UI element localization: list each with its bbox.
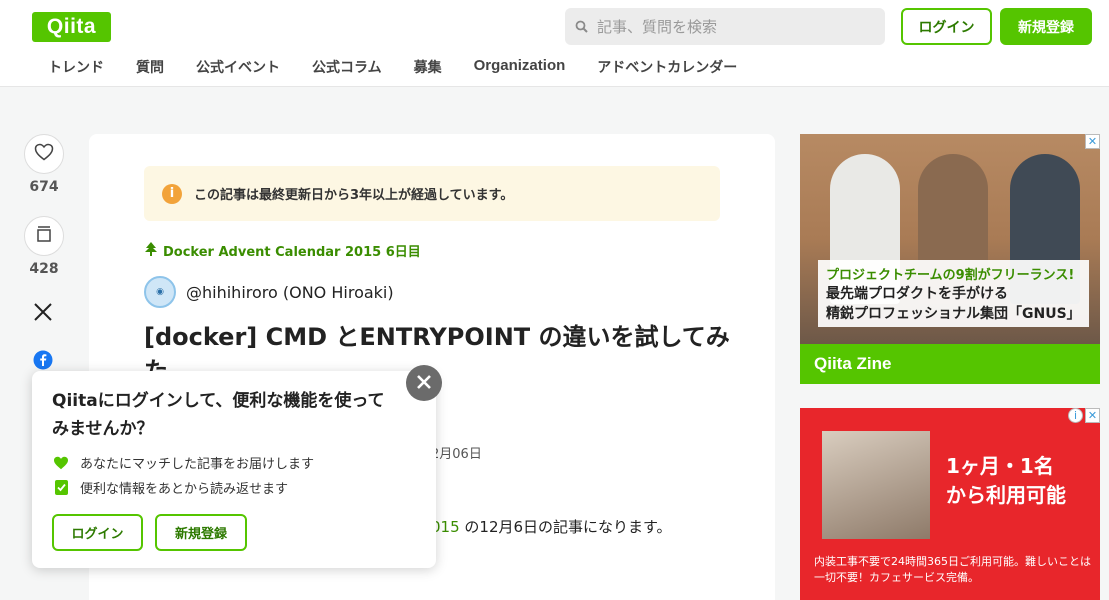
stock-button[interactable] bbox=[24, 216, 64, 256]
feature-text: あなたにマッチした記事をお届けします bbox=[80, 457, 315, 472]
nav-item-questions[interactable]: 質問 bbox=[136, 57, 164, 77]
ad-office-photo bbox=[822, 431, 930, 539]
intro-text: の12月6日の記事になります。 bbox=[459, 518, 672, 536]
search-box[interactable] bbox=[565, 8, 885, 45]
signup-button[interactable]: 新規登録 bbox=[1000, 8, 1092, 45]
close-icon bbox=[417, 374, 431, 393]
global-nav: トレンド 質問 公式イベント 公式コラム 募集 Organization アドベ… bbox=[48, 57, 769, 77]
ad-close-icon[interactable]: ✕ bbox=[1085, 408, 1100, 423]
feature-item: あなたにマッチした記事をお届けします bbox=[52, 453, 314, 472]
ad-caption-line2: 最先端プロダクトを手がける bbox=[826, 286, 1008, 302]
popup-signup-button[interactable]: 新規登録 bbox=[155, 514, 247, 551]
ad-qiita-zine[interactable]: プロジェクトチームの9割がフリーランス! 最先端プロダクトを手がける 精鋭プロフ… bbox=[800, 134, 1100, 384]
ad-office[interactable]: 1ヶ月・1名 から利用可能 内装工事不要で24時間365日ご利用可能。難しいこと… bbox=[800, 408, 1100, 600]
nav-item-recruit[interactable]: 募集 bbox=[414, 57, 442, 77]
ad-info-icon[interactable]: i bbox=[1068, 408, 1083, 423]
ad-headline-line1: 1ヶ月・1名 bbox=[946, 454, 1054, 478]
article-intro: 015 の12月6日の記事になります。 bbox=[431, 516, 672, 537]
ad-caption: プロジェクトチームの9割がフリーランス! 最先端プロダクトを手がける 精鋭プロフ… bbox=[818, 260, 1089, 327]
tree-icon bbox=[145, 241, 157, 260]
heart-icon bbox=[52, 456, 70, 470]
popup-close-button[interactable] bbox=[406, 365, 442, 401]
ad-body: 内装工事不要で24時間365日ご利用可能。難しいことは一切不要！カフェサービス完… bbox=[814, 555, 1091, 584]
nav-item-events[interactable]: 公式イベント bbox=[196, 57, 280, 77]
stock-icon bbox=[36, 225, 52, 247]
login-prompt-popup: Qiitaにログインして、便利な機能を使ってみませんか？ あなたにマッチした記事… bbox=[32, 371, 436, 568]
login-button[interactable]: ログイン bbox=[901, 8, 992, 45]
stock-check-icon bbox=[52, 480, 70, 495]
outdated-notice: i この記事は最終更新日から3年以上が経過しています。 bbox=[144, 166, 720, 221]
nav-item-organization[interactable]: Organization bbox=[474, 57, 566, 77]
search-input[interactable] bbox=[597, 17, 867, 36]
feature-item: 便利な情報をあとから読み返せます bbox=[52, 478, 288, 497]
x-share-icon[interactable] bbox=[33, 302, 53, 322]
like-button[interactable] bbox=[24, 134, 64, 174]
advent-calendar-link[interactable]: Docker Advent Calendar 2015 6日目 bbox=[145, 241, 421, 260]
ad-headline-line2: から利用可能 bbox=[946, 483, 1066, 507]
advent-label: Docker Advent Calendar 2015 6日目 bbox=[163, 245, 421, 260]
ad-caption-line3: 精鋭プロフェッショナル集団「GNUS」 bbox=[826, 306, 1081, 322]
facebook-share-icon[interactable] bbox=[33, 350, 53, 370]
like-count: 674 bbox=[29, 179, 59, 195]
notice-text: この記事は最終更新日から3年以上が経過しています。 bbox=[194, 188, 514, 203]
search-icon bbox=[575, 20, 589, 34]
popup-login-button[interactable]: ログイン bbox=[52, 514, 143, 551]
author[interactable]: ◉ @hihihiroro (ONO Hiroaki) bbox=[144, 276, 394, 308]
info-icon: i bbox=[162, 183, 182, 204]
ad-close-icon[interactable]: ✕ bbox=[1085, 134, 1100, 149]
site-header: Qiita ログイン 新規登録 トレンド 質問 公式イベント 公式コラム 募集 … bbox=[0, 0, 1109, 87]
feature-text: 便利な情報をあとから読み返せます bbox=[80, 482, 289, 497]
popup-title: Qiitaにログインして、便利な機能を使ってみませんか？ bbox=[52, 391, 385, 439]
nav-item-columns[interactable]: 公式コラム bbox=[312, 57, 382, 77]
ad-brand: Qiita Zine bbox=[800, 344, 1100, 384]
heart-icon bbox=[34, 143, 54, 165]
avatar[interactable]: ◉ bbox=[144, 276, 176, 308]
author-name[interactable]: @hihihiroro (ONO Hiroaki) bbox=[186, 283, 394, 302]
nav-item-advent-calendar[interactable]: アドベントカレンダー bbox=[597, 57, 737, 77]
qiita-logo[interactable]: Qiita bbox=[32, 12, 111, 42]
stock-count: 428 bbox=[29, 261, 59, 277]
nav-item-trend[interactable]: トレンド bbox=[48, 57, 104, 77]
ad-headline: 1ヶ月・1名 から利用可能 bbox=[946, 452, 1096, 510]
article-date: 2月06日 bbox=[431, 447, 482, 462]
ad-caption-line1: プロジェクトチームの9割がフリーランス! bbox=[826, 268, 1075, 283]
